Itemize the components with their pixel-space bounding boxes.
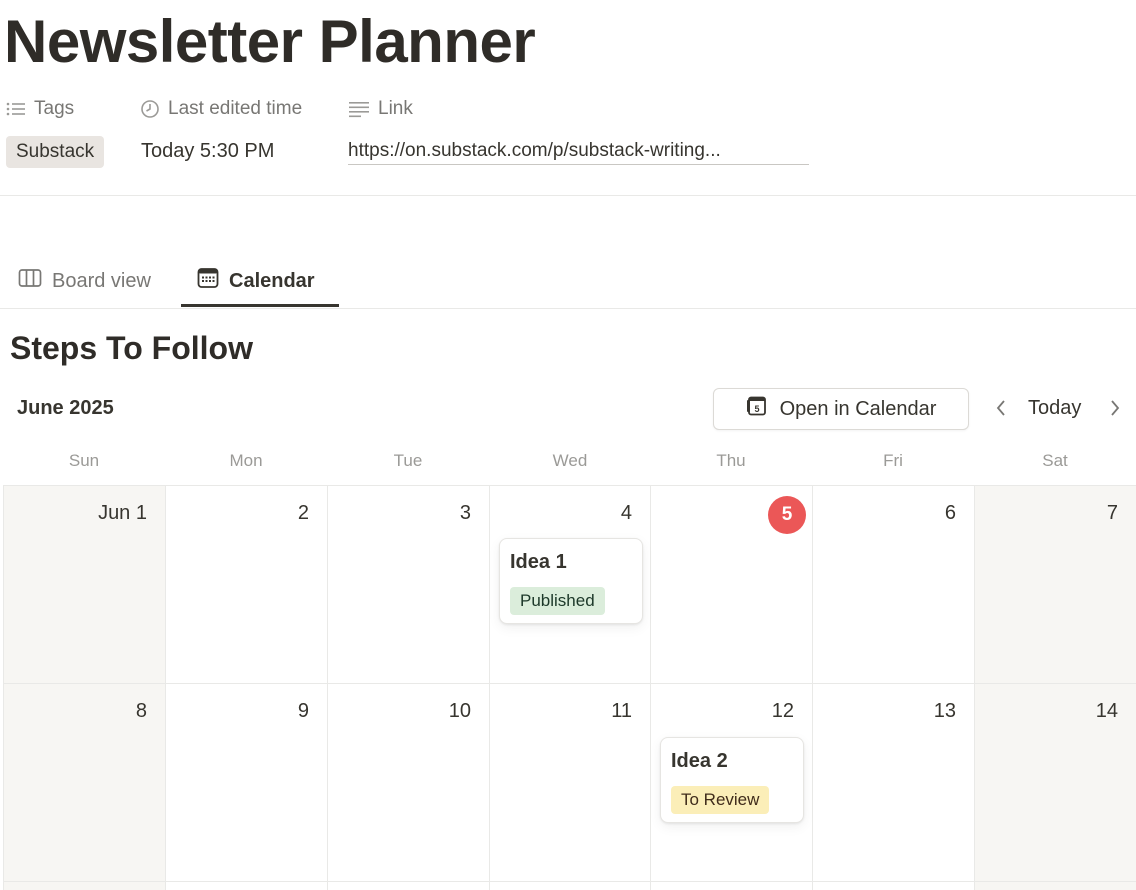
day-number: 11	[611, 700, 632, 722]
day-number: 3	[459, 502, 471, 524]
calendar-app-icon: 5	[746, 395, 768, 423]
weekday-header: Wed	[552, 451, 588, 470]
property-label: Last edited time	[168, 98, 303, 119]
day-number: 10	[448, 700, 471, 722]
day-number: 8	[135, 700, 147, 722]
day-number: 7	[1106, 502, 1118, 524]
weekday-header: Sat	[1042, 451, 1068, 470]
day-cell[interactable]	[166, 882, 328, 890]
day-number: 12	[771, 700, 794, 722]
day-number: 14	[1095, 700, 1118, 722]
tab-label: Calendar	[229, 269, 315, 292]
today-button[interactable]: Today	[1028, 397, 1081, 420]
day-cell[interactable]: 6	[813, 486, 975, 684]
divider	[0, 308, 1136, 309]
button-label: Open in Calendar	[779, 397, 937, 420]
today-badge: 5	[768, 496, 806, 534]
section-title[interactable]: Steps To Follow	[10, 330, 253, 367]
text-lines-icon	[348, 100, 370, 118]
property-last-edited-header[interactable]: Last edited time	[140, 96, 302, 122]
day-cell[interactable]: 9	[166, 684, 328, 882]
active-tab-indicator	[181, 304, 339, 307]
next-month-button[interactable]	[1104, 396, 1126, 424]
open-in-calendar-button[interactable]: 5 Open in Calendar	[713, 388, 969, 430]
previous-month-button[interactable]	[990, 396, 1012, 424]
event-card-idea-2[interactable]: Idea 2 To Review	[660, 737, 804, 823]
calendar-grid: Jun 1 2 3 4 5 6 7 8 9 10 11 12 13 14 Ide…	[3, 485, 1136, 890]
day-cell[interactable]	[4, 882, 166, 890]
tag-chip-substack[interactable]: Substack	[6, 136, 105, 168]
day-cell[interactable]	[490, 882, 651, 890]
day-number: 4	[620, 502, 632, 524]
page-title[interactable]: Newsletter Planner	[4, 6, 536, 78]
tab-calendar[interactable]: Calendar	[197, 254, 315, 308]
day-cell[interactable]	[328, 882, 490, 890]
list-icon	[6, 101, 26, 117]
day-cell[interactable]: 13	[813, 684, 975, 882]
day-cell-today[interactable]: 5	[651, 486, 813, 684]
property-link-header[interactable]: Link	[348, 96, 413, 122]
day-cell[interactable]: 10	[328, 684, 490, 882]
chevron-left-icon	[995, 398, 1007, 423]
property-label: Link	[378, 98, 413, 119]
day-cell[interactable]: 7	[975, 486, 1136, 684]
weekday-header: Sun	[68, 451, 100, 470]
day-cell[interactable]	[975, 882, 1136, 890]
day-cell[interactable]: 14	[975, 684, 1136, 882]
day-number: 2	[297, 502, 309, 524]
weekday-header: Mon	[229, 451, 263, 470]
property-tags-header[interactable]: Tags	[6, 96, 74, 122]
event-title: Idea 2	[671, 750, 728, 772]
weekday-header: Thu	[716, 451, 746, 470]
day-number: 9	[297, 700, 309, 722]
property-label: Tags	[34, 98, 75, 119]
calendar-icon	[197, 267, 219, 295]
chevron-right-icon	[1109, 398, 1121, 423]
day-cell[interactable]	[813, 882, 975, 890]
clock-icon	[140, 99, 160, 119]
tab-board-view[interactable]: Board view	[18, 254, 151, 308]
day-cell[interactable]: 8	[4, 684, 166, 882]
day-cell[interactable]: 2	[166, 486, 328, 684]
day-number: 13	[933, 700, 956, 722]
svg-text:5: 5	[754, 404, 759, 414]
last-edited-value: Today 5:30 PM	[141, 140, 275, 162]
board-icon	[18, 268, 42, 294]
status-badge: To Review	[671, 786, 770, 814]
weekday-header: Fri	[883, 451, 903, 470]
tab-label: Board view	[52, 269, 151, 292]
day-cell[interactable]: Jun 1	[4, 486, 166, 684]
view-tabs: Board view Calendar	[0, 254, 1136, 310]
day-cell[interactable]: 3	[328, 486, 490, 684]
day-cell[interactable]	[651, 882, 813, 890]
status-badge: Published	[510, 587, 605, 615]
link-value[interactable]: https://on.substack.com/p/substack-writi…	[348, 140, 809, 165]
day-number: Jun 1	[98, 502, 147, 524]
month-label: June 2025	[17, 397, 114, 419]
weekday-header: Tue	[393, 451, 423, 470]
event-title: Idea 1	[510, 551, 567, 573]
event-card-idea-1[interactable]: Idea 1 Published	[499, 538, 643, 624]
day-number: 6	[944, 502, 956, 524]
day-cell[interactable]: 11	[490, 684, 651, 882]
divider	[0, 195, 1136, 196]
